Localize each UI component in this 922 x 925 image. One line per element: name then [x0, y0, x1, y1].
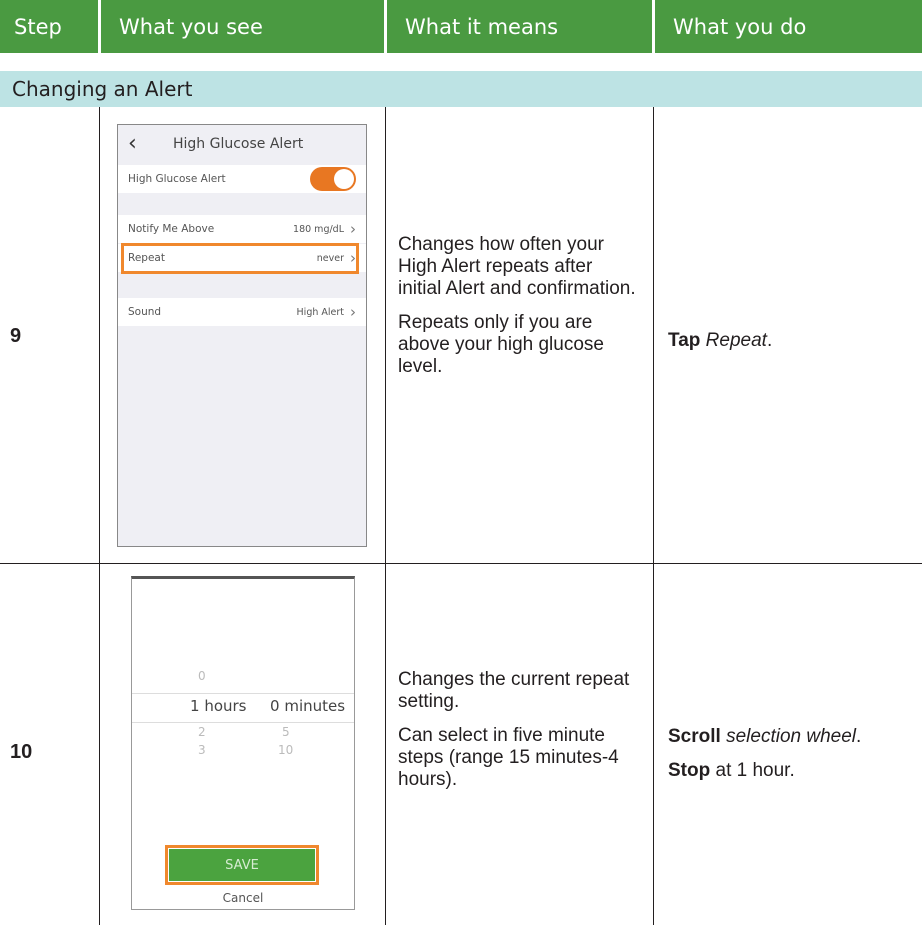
- todo-action: Scroll: [668, 726, 721, 747]
- toggle-switch: [310, 167, 356, 191]
- wheel-above-hours: 0: [198, 669, 206, 683]
- wheel-selected-hours: 1 hours: [190, 697, 247, 715]
- sound-value: High Alert: [296, 306, 344, 318]
- chevron-right-icon: ›: [350, 220, 356, 238]
- wheel-selected-minutes: 0 minutes: [270, 697, 346, 715]
- todo-text: Tap Repeat.: [668, 330, 773, 351]
- meaning-paragraph: Changes how often your High Alert repeat…: [398, 234, 636, 299]
- grid-line: [99, 107, 100, 925]
- todo-rest: at 1 hour.: [715, 760, 795, 781]
- todo-action: Tap: [668, 330, 701, 351]
- notify-row: Notify Me Above 180 mg/dL ›: [118, 215, 366, 243]
- grid-line: [0, 563, 922, 564]
- sound-label: Sound: [128, 306, 162, 318]
- wheel-below-hours: 2: [198, 725, 206, 739]
- sound-row: Sound High Alert ›: [118, 298, 366, 326]
- todo-action: Stop: [668, 760, 711, 781]
- toggle-label: High Glucose Alert: [128, 173, 226, 185]
- meaning-paragraph: Changes the current repeat setting.: [398, 669, 630, 712]
- back-chevron-icon: ‹: [128, 131, 137, 156]
- phone-screenshot-repeat-wheel: 0 1 hours 0 minutes 2 5 3 10 SAVE Cancel: [131, 576, 355, 910]
- grid-line: [653, 107, 654, 925]
- step-number: 10: [10, 741, 33, 763]
- todo-target: selection wheel: [726, 726, 857, 747]
- header-step: Step: [0, 0, 98, 53]
- chevron-right-icon: ›: [350, 303, 356, 321]
- header-what-it-means: What it means: [387, 0, 652, 53]
- todo-text: Scroll selection wheel. Stop at 1 hour.: [668, 726, 862, 781]
- section-title: Changing an Alert: [0, 71, 922, 107]
- header-what-you-do: What you do: [655, 0, 922, 53]
- notify-value: 180 mg/dL: [293, 223, 344, 235]
- cancel-button: Cancel: [222, 891, 264, 905]
- toggle-row: High Glucose Alert: [118, 165, 366, 193]
- step-number: 9: [10, 325, 22, 347]
- save-highlight: [165, 845, 319, 885]
- wheel-below-minutes: 5: [282, 725, 290, 739]
- meaning-paragraph: Can select in five minute steps (range 1…: [398, 725, 619, 790]
- header-what-you-see: What you see: [101, 0, 384, 53]
- meaning-paragraph: Repeats only if you are above your high …: [398, 312, 604, 377]
- meaning-text: Changes the current repeat setting. Can …: [398, 669, 638, 803]
- grid-line: [385, 107, 386, 925]
- repeat-highlight: [121, 243, 359, 274]
- notify-label: Notify Me Above: [128, 223, 215, 235]
- meaning-text: Changes how often your High Alert repeat…: [398, 234, 638, 390]
- todo-target: Repeat: [705, 330, 767, 351]
- screen-title: High Glucose Alert: [173, 136, 304, 152]
- wheel-below-minutes: 10: [278, 743, 294, 757]
- phone-screenshot-high-glucose-alert: ‹ High Glucose Alert High Glucose Alert …: [117, 124, 367, 547]
- wheel-below-hours: 3: [198, 743, 206, 757]
